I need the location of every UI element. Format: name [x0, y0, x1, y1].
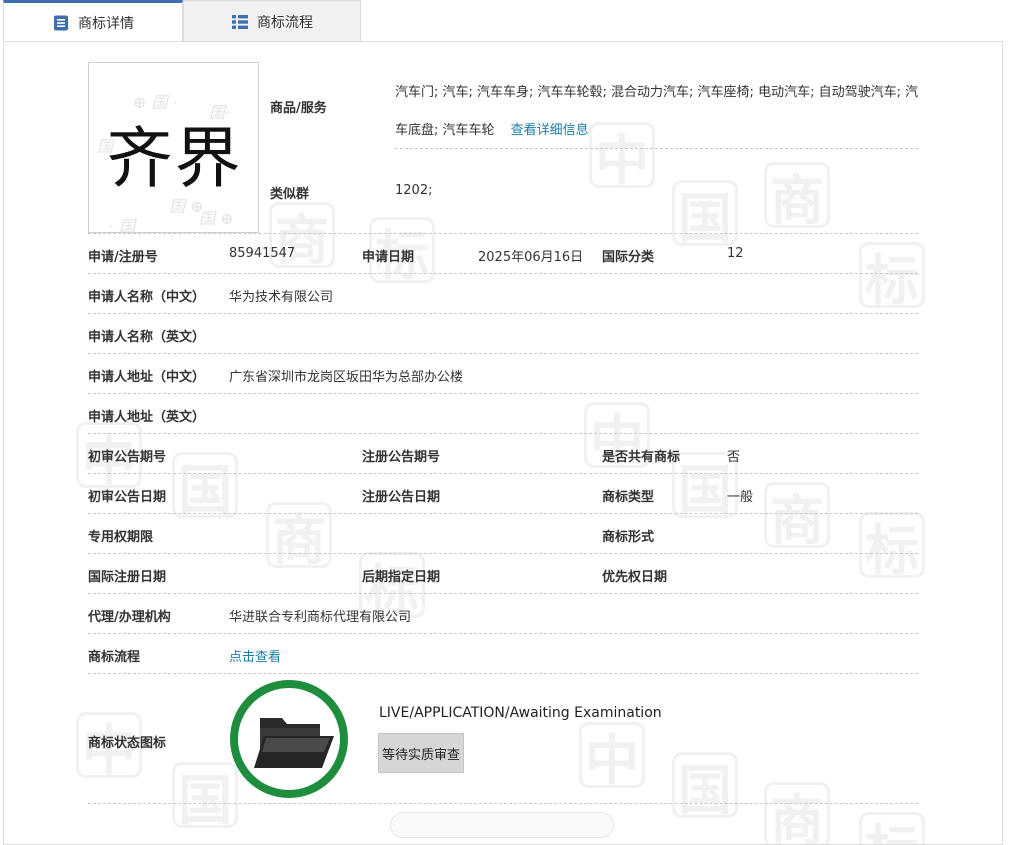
trademark-mark-text: 齐界 [106, 120, 243, 197]
later-designation-date-label: 后期指定日期 [362, 570, 441, 585]
divider [88, 633, 918, 634]
divider [88, 233, 918, 234]
intl-reg-date-label: 国际注册日期 [88, 570, 167, 585]
folder-icon [254, 718, 334, 768]
tab-trademark-details[interactable]: 商标详情 [3, 0, 183, 42]
status-chinese-badge: 等待实质审查 [378, 733, 464, 773]
divider [88, 473, 918, 474]
divider [88, 393, 918, 394]
trademark-flow-label: 商标流程 [88, 650, 141, 665]
status-icon-label: 商标状态图标 [88, 736, 167, 751]
divider [88, 553, 918, 554]
document-list-icon [54, 15, 68, 30]
tab-trademark-flow-label: 商标流程 [257, 14, 313, 31]
divider [88, 593, 918, 594]
shared-trademark-label: 是否共有商标 [602, 450, 681, 465]
divider [395, 148, 918, 149]
applicant-en-label: 申请人名称（英文） [88, 330, 206, 345]
agency-value: 华进联合专利商标代理有限公司 [229, 610, 412, 625]
similar-group-value: 1202; [395, 183, 433, 198]
tm-type-value: 一般 [727, 490, 754, 505]
goods-services-label: 商品/服务 [270, 101, 327, 116]
prelim-pub-no-label: 初审公告期号 [88, 450, 167, 465]
address-cn-label: 申请人地址（中文） [88, 370, 206, 385]
similar-group-label: 类似群 [270, 187, 310, 202]
tab-bar: 商标详情 商标流程 [0, 0, 1009, 42]
tm-type-label: 商标类型 [602, 490, 655, 505]
reg-pub-date-label: 注册公告日期 [362, 490, 441, 505]
tm-form-label: 商标形式 [602, 530, 655, 545]
priority-date-label: 优先权日期 [602, 570, 668, 585]
intl-class-value: 12 [727, 246, 744, 261]
list-icon [232, 14, 248, 29]
divider [88, 313, 918, 314]
intl-class-label: 国际分类 [602, 250, 655, 265]
reg-no-label: 申请/注册号 [88, 250, 158, 265]
prelim-pub-date-label: 初审公告日期 [88, 490, 167, 505]
view-flow-link[interactable]: 点击查看 [229, 646, 281, 665]
shared-trademark-value: 否 [727, 450, 741, 465]
divider [88, 673, 918, 674]
agency-label: 代理/办理机构 [88, 610, 171, 625]
divider [88, 353, 918, 354]
status-english: LIVE/APPLICATION/Awaiting Examination [379, 705, 662, 721]
reg-no-value: 85941547 [229, 246, 296, 261]
app-date-value: 2025年06月16日 [478, 250, 584, 265]
bottom-scroll-pill[interactable] [390, 812, 614, 838]
app-date-label: 申请日期 [362, 250, 415, 265]
exclusive-period-label: 专用权期限 [88, 530, 154, 545]
divider [88, 273, 918, 274]
trademark-image: ⊕ 国 · 国· 国 国 ⊕ 国 ⊕ · 国 齐界 [88, 62, 259, 233]
goods-services-value: 汽车门; 汽车; 汽车车身; 汽车车轮毂; 混合动力汽车; 汽车座椅; 电动汽车… [395, 74, 920, 150]
address-cn-value: 广东省深圳市龙岗区坂田华为总部办公楼 [229, 370, 464, 385]
tab-trademark-details-label: 商标详情 [78, 15, 134, 32]
address-en-label: 申请人地址（英文） [88, 410, 206, 425]
view-details-link[interactable]: 查看详细信息 [511, 123, 589, 138]
applicant-cn-value: 华为技术有限公司 [229, 290, 334, 305]
divider [88, 513, 918, 514]
divider [88, 803, 918, 804]
reg-pub-no-label: 注册公告期号 [362, 450, 441, 465]
divider [88, 433, 918, 434]
status-ring [230, 680, 348, 798]
tab-trademark-flow[interactable]: 商标流程 [183, 0, 361, 42]
applicant-cn-label: 申请人名称（中文） [88, 290, 206, 305]
goods-services-text: 汽车门; 汽车; 汽车车身; 汽车车轮毂; 混合动力汽车; 汽车座椅; 电动汽车… [395, 85, 919, 138]
